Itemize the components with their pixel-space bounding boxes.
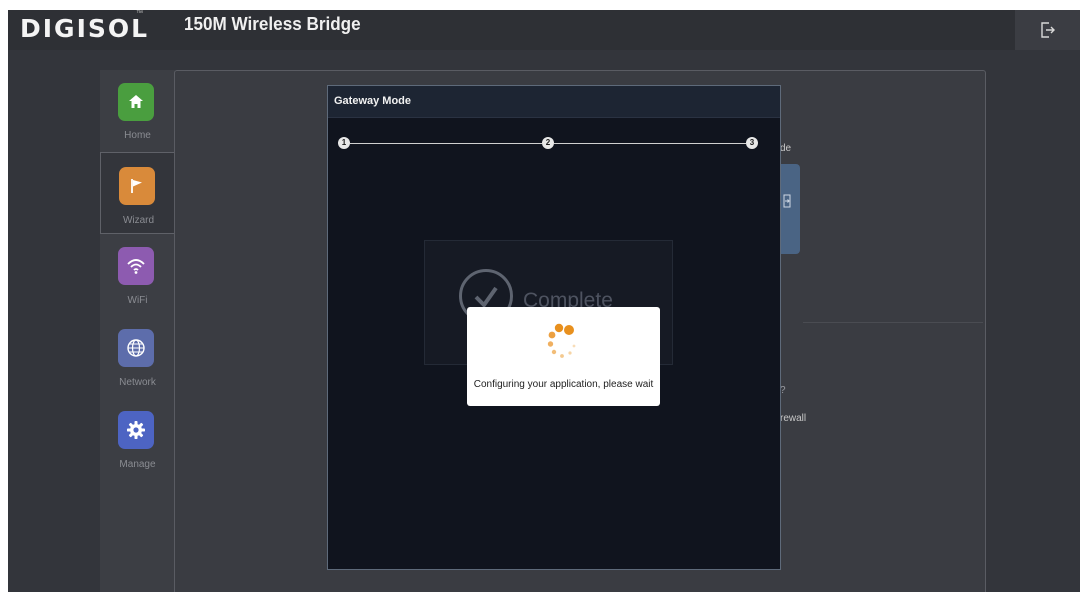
logout-button[interactable]	[1015, 10, 1080, 50]
background-divider	[803, 322, 983, 323]
sidebar-item-label: Network	[119, 377, 156, 388]
app-title: 150M Wireless Bridge	[184, 14, 361, 34]
dialog-title: Gateway Mode	[334, 95, 412, 107]
trademark-mark: ™	[136, 10, 143, 17]
sidebar-item-label: WiFi	[127, 295, 148, 306]
step-connector	[350, 143, 542, 144]
step-1-indicator: 1	[338, 137, 350, 149]
sidebar-item-wifi[interactable]: WiFi	[100, 247, 175, 327]
dialog-header: Gateway Mode	[328, 86, 780, 118]
brand-logo: DIGISOL	[20, 14, 150, 43]
globe-icon	[118, 329, 154, 367]
home-icon	[118, 83, 154, 121]
step-3-indicator: 3	[746, 137, 758, 149]
sidebar-item-label: Manage	[119, 459, 156, 470]
sidebar-item-label: Wizard	[122, 215, 155, 226]
sidebar-item-network[interactable]: Network	[100, 329, 175, 409]
app-screen: DIGISOL ™ 150M Wireless Bridge Home Wiza…	[8, 10, 1080, 592]
step-2-indicator: 2	[542, 137, 554, 149]
wizard-stepper: 1 2 3	[338, 136, 758, 152]
background-mode-card	[778, 164, 800, 254]
gear-icon	[118, 411, 154, 449]
sidebar-item-home[interactable]: Home	[100, 80, 175, 160]
loading-message: Configuring your application, please wai…	[473, 379, 654, 390]
sidebar-nav: Home Wizard WiFi Network Manage	[100, 70, 177, 592]
wifi-icon	[118, 247, 154, 285]
step-connector	[554, 143, 746, 144]
sidebar-item-wizard[interactable]: Wizard	[100, 152, 177, 234]
loading-spinner-icon	[547, 323, 576, 358]
logout-icon	[1040, 22, 1055, 38]
sidebar-item-manage[interactable]: Manage	[100, 411, 175, 491]
background-firewall-label: rewall	[780, 413, 807, 424]
login-icon	[783, 194, 791, 208]
top-header: DIGISOL ™ 150M Wireless Bridge	[8, 10, 1080, 50]
background-mode-label: de	[780, 143, 792, 154]
flag-icon	[119, 167, 155, 205]
sidebar-item-label: Home	[124, 130, 151, 141]
loading-popup: Configuring your application, please wai…	[467, 307, 660, 406]
